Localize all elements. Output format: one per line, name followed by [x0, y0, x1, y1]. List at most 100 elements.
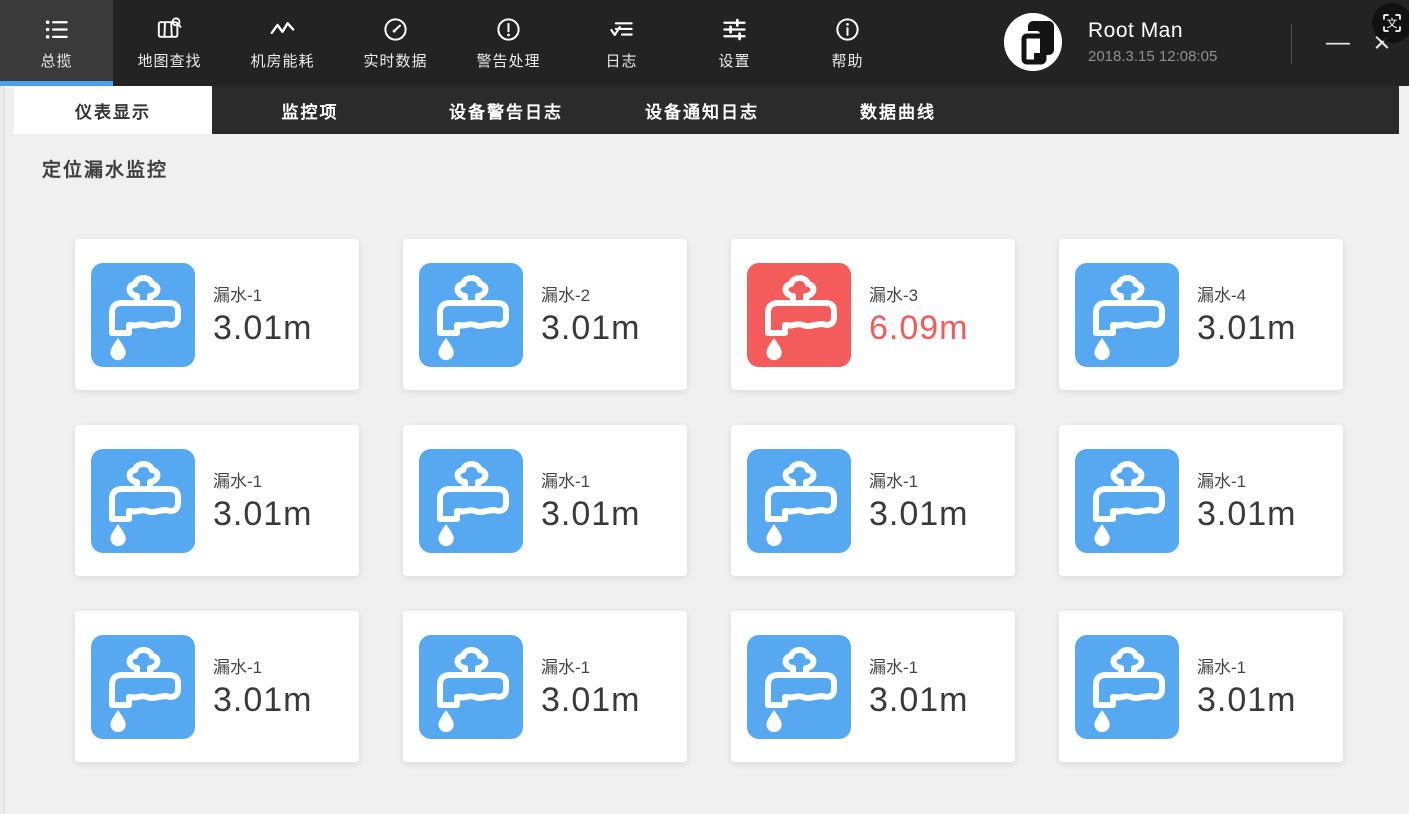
device-text: 漏水-1 3.01m	[869, 653, 969, 720]
nav-item-help[interactable]: 帮助	[791, 0, 904, 86]
header-divider	[1291, 24, 1292, 64]
tab-device-alert-log[interactable]: 设备警告日志	[408, 86, 604, 134]
tab-gauge-display[interactable]: 仪表显示	[14, 86, 212, 134]
device-card[interactable]: 漏水-1 3.01m	[731, 425, 1015, 576]
main-content: 定位漏水监控 漏水-1 3.01m	[14, 134, 1409, 762]
device-text: 漏水-3 6.09m	[869, 281, 969, 348]
device-value: 3.01m	[1197, 681, 1297, 720]
device-card[interactable]: 漏水-1 3.01m	[1059, 425, 1343, 576]
screen-capture-overlay-icon[interactable]: 文	[1372, 3, 1409, 43]
user-meta: Root Man 2018.3.15 12:08:05	[1088, 19, 1217, 65]
nav-label: 警告处理	[476, 50, 540, 71]
device-label: 漏水-1	[213, 467, 313, 492]
device-value: 3.01m	[213, 309, 313, 348]
tab-monitoring-items[interactable]: 监控项	[212, 86, 408, 134]
nav-label: 机房能耗	[250, 50, 314, 71]
nav-item-energy[interactable]: 机房能耗	[226, 0, 339, 86]
app-logo-avatar	[1004, 13, 1062, 71]
device-label: 漏水-4	[1197, 281, 1297, 306]
map-search-icon	[156, 16, 183, 43]
device-value: 3.01m	[1197, 495, 1297, 534]
device-text: 漏水-1 3.01m	[541, 467, 641, 534]
device-card[interactable]: 漏水-1 3.01m	[75, 425, 359, 576]
faucet-leak-icon	[747, 449, 851, 553]
faucet-leak-icon	[1075, 449, 1179, 553]
device-card[interactable]: 漏水-1 3.01m	[75, 239, 359, 390]
device-value: 3.01m	[541, 681, 641, 720]
device-card[interactable]: 漏水-1 3.01m	[1059, 611, 1343, 762]
device-card[interactable]: 漏水-3 6.09m	[731, 239, 1015, 390]
device-value: 3.01m	[869, 495, 969, 534]
top-nav-bar: 总揽 地图查找 机房能耗	[0, 0, 1409, 86]
device-text: 漏水-1 3.01m	[213, 281, 313, 348]
device-card[interactable]: 漏水-1 3.01m	[731, 611, 1015, 762]
window-edge-strip	[0, 86, 5, 814]
nav-item-alert-handling[interactable]: 警告处理	[452, 0, 565, 86]
faucet-leak-icon	[419, 263, 523, 367]
nav-label: 设置	[718, 50, 750, 71]
device-value: 3.01m	[541, 309, 641, 348]
device-value: 6.09m	[869, 309, 969, 348]
device-value: 3.01m	[869, 681, 969, 720]
faucet-leak-icon	[419, 635, 523, 739]
device-card[interactable]: 漏水-1 3.01m	[403, 425, 687, 576]
nav-item-overview[interactable]: 总揽	[0, 0, 113, 86]
svg-text:文: 文	[1387, 16, 1398, 30]
faucet-leak-icon	[91, 635, 195, 739]
device-text: 漏水-2 3.01m	[541, 281, 641, 348]
user-timestamp: 2018.3.15 12:08:05	[1088, 48, 1217, 65]
device-card[interactable]: 漏水-4 3.01m	[1059, 239, 1343, 390]
nav-item-realtime-data[interactable]: 实时数据	[339, 0, 452, 86]
alert-circle-icon	[495, 16, 522, 43]
device-label: 漏水-1	[213, 653, 313, 678]
sub-tab-bar: 仪表显示 监控项 设备警告日志 设备通知日志 数据曲线	[14, 86, 1399, 134]
tab-device-notice-log[interactable]: 设备通知日志	[604, 86, 800, 134]
device-text: 漏水-1 3.01m	[1197, 653, 1297, 720]
minimize-button[interactable]: —	[1316, 0, 1360, 86]
device-card[interactable]: 漏水-2 3.01m	[403, 239, 687, 390]
faucet-leak-icon	[91, 449, 195, 553]
nav-label: 地图查找	[137, 50, 201, 71]
device-value: 3.01m	[213, 495, 313, 534]
settings-sliders-icon	[721, 16, 748, 43]
device-label: 漏水-1	[213, 281, 313, 306]
device-label: 漏水-1	[541, 653, 641, 678]
device-text: 漏水-1 3.01m	[541, 653, 641, 720]
device-card-grid: 漏水-1 3.01m 漏水-2 3.01m	[75, 239, 1409, 762]
faucet-leak-icon	[1075, 263, 1179, 367]
device-text: 漏水-1 3.01m	[213, 467, 313, 534]
device-text: 漏水-1 3.01m	[213, 653, 313, 720]
overview-list-icon	[43, 16, 70, 43]
faucet-leak-icon	[91, 263, 195, 367]
faucet-leak-icon	[747, 635, 851, 739]
device-text: 漏水-1 3.01m	[869, 467, 969, 534]
device-label: 漏水-1	[869, 653, 969, 678]
device-label: 漏水-1	[1197, 467, 1297, 492]
realtime-gauge-icon	[382, 16, 409, 43]
device-label: 漏水-1	[869, 467, 969, 492]
device-label: 漏水-1	[1197, 653, 1297, 678]
device-value: 3.01m	[541, 495, 641, 534]
user-name: Root Man	[1088, 19, 1217, 43]
nav-label: 实时数据	[363, 50, 427, 71]
device-card[interactable]: 漏水-1 3.01m	[75, 611, 359, 762]
device-value: 3.01m	[213, 681, 313, 720]
device-card[interactable]: 漏水-1 3.01m	[403, 611, 687, 762]
user-block[interactable]: Root Man 2018.3.15 12:08:05	[1004, 13, 1217, 71]
log-check-icon	[608, 16, 635, 43]
nav-label: 日志	[605, 50, 637, 71]
device-label: 漏水-3	[869, 281, 969, 306]
device-label: 漏水-1	[541, 467, 641, 492]
nav-item-logs[interactable]: 日志	[565, 0, 678, 86]
nav-item-settings[interactable]: 设置	[678, 0, 791, 86]
tab-data-curve[interactable]: 数据曲线	[800, 86, 996, 134]
device-text: 漏水-4 3.01m	[1197, 281, 1297, 348]
help-info-icon	[834, 16, 861, 43]
device-value: 3.01m	[1197, 309, 1297, 348]
energy-wave-icon	[269, 16, 296, 43]
faucet-leak-icon	[1075, 635, 1179, 739]
section-title: 定位漏水监控	[42, 155, 1409, 182]
faucet-leak-icon	[419, 449, 523, 553]
faucet-leak-icon	[747, 263, 851, 367]
nav-item-map-search[interactable]: 地图查找	[113, 0, 226, 86]
